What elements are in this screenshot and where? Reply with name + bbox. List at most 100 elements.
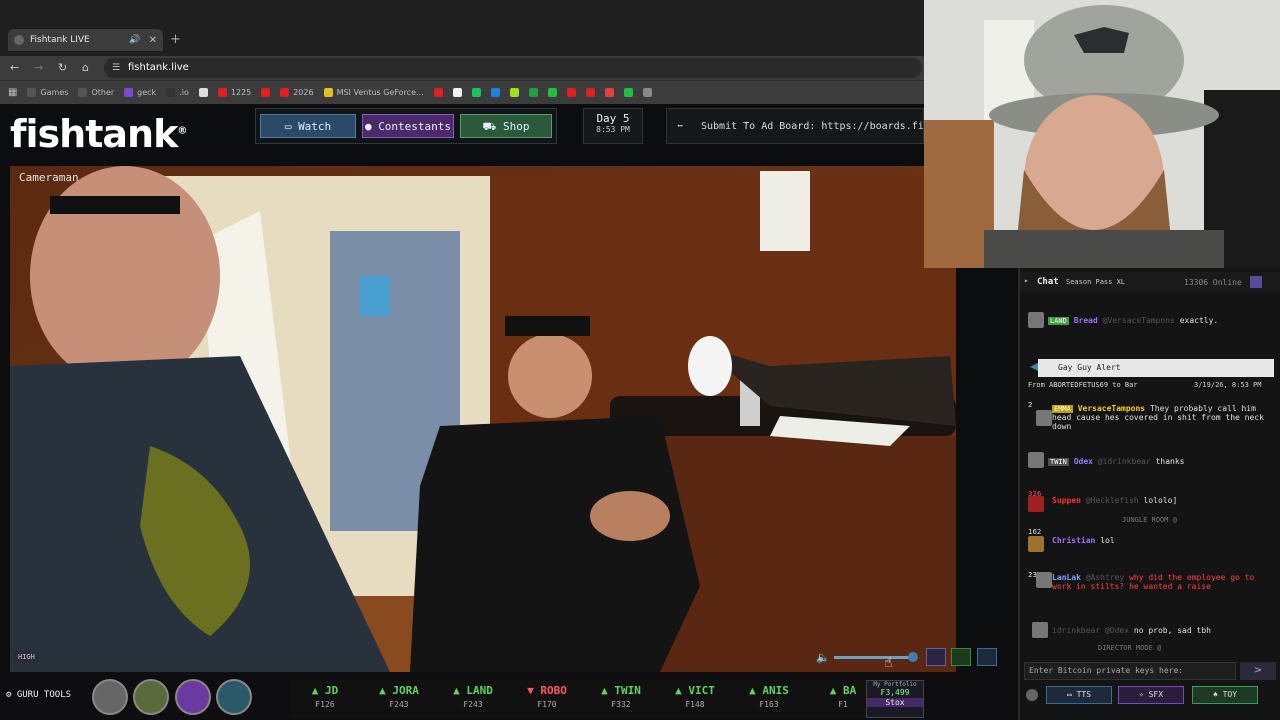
bookmark-item[interactable]	[642, 88, 652, 97]
volume-knob[interactable]	[908, 652, 918, 662]
tts-button[interactable]: ▭ TTS	[1046, 686, 1112, 704]
send-button[interactable]: >	[1240, 662, 1276, 680]
bookmark-item[interactable]	[198, 88, 208, 97]
logo-mark: ®	[177, 125, 187, 137]
guru-tools-button[interactable]: ⚙ GURU TOOLS	[6, 690, 71, 700]
ticker-item[interactable]: ▲ JD ₣126	[290, 684, 360, 709]
ticker-item[interactable]: ▲ JORA ₣243	[364, 684, 434, 709]
record-button[interactable]	[977, 648, 997, 666]
map-tool-icon[interactable]	[216, 679, 252, 715]
ticker-item[interactable]: ▲ ANIS ₣163	[734, 684, 804, 709]
webcam-image	[924, 0, 1280, 268]
alert-from: From ABORTEDFETUS69 to Bar	[1028, 381, 1138, 389]
shop-button[interactable]: ⛟ Shop	[460, 114, 552, 138]
avatar[interactable]	[1036, 410, 1052, 426]
bookmark-item[interactable]: 2026	[280, 88, 314, 97]
new-tab-icon[interactable]: +	[170, 32, 181, 47]
back-icon[interactable]: ←	[10, 61, 19, 74]
chat-username[interactable]: Suppen	[1052, 496, 1081, 505]
ticker-item[interactable]: ▲ BA ₣1	[808, 684, 866, 709]
chat-mention[interactable]: @Ashtrey	[1086, 573, 1125, 582]
chat-username[interactable]: LanLak	[1052, 573, 1081, 582]
avatar[interactable]	[1028, 312, 1044, 328]
bookmark-item[interactable]: MSI Ventus GeForce...	[323, 88, 424, 97]
forward-icon[interactable]: →	[34, 61, 43, 74]
bookmark-item[interactable]	[547, 88, 557, 97]
ticker-item[interactable]: ▼ ROBO ₣170	[512, 684, 582, 709]
item-tool-icon[interactable]	[175, 679, 211, 715]
home-icon[interactable]: ⌂	[82, 61, 89, 74]
close-tab-icon[interactable]: ✕	[149, 35, 157, 46]
bookmark-item[interactable]	[509, 88, 519, 97]
audio-playing-icon[interactable]: 🔊	[129, 35, 140, 45]
fishtank-logo[interactable]: fishtank®	[10, 112, 187, 156]
chat-title[interactable]: Chat	[1037, 277, 1059, 287]
bookmark-item[interactable]: Other	[78, 88, 114, 97]
season-pass-badge[interactable]: Season Pass XL	[1066, 278, 1125, 286]
fullscreen-button[interactable]	[951, 648, 971, 666]
ticker-item[interactable]: ▲ TWIN ₣332	[586, 684, 656, 709]
bookmark-item[interactable]	[623, 88, 633, 97]
reload-icon[interactable]: ↻	[58, 61, 67, 74]
volume-slider[interactable]	[834, 656, 914, 659]
avatar[interactable]	[1028, 496, 1044, 512]
ticker-item[interactable]: ▲ VICT ₣148	[660, 684, 730, 709]
bookmark-item[interactable]: geck	[124, 88, 156, 97]
quality-badge[interactable]: HIGH	[14, 651, 39, 663]
chat-mention[interactable]: idrinkbear @Odex	[1052, 626, 1129, 635]
avatar[interactable]	[1028, 452, 1044, 468]
day-clock: Day 5 8:53 PM	[583, 108, 643, 144]
bookmark-item[interactable]	[452, 88, 462, 97]
portfolio-widget[interactable]: My Portfolio ₣3,499 Stox	[866, 680, 924, 718]
chat-username[interactable]: Bread	[1074, 316, 1098, 325]
bookmark-item[interactable]: 1225	[217, 88, 251, 97]
chat-message: TWIN Odex @idrinkbear thanks	[1048, 457, 1272, 466]
inventory-tool-icon[interactable]	[133, 679, 169, 715]
ticker-item[interactable]: ▲ LAND ₣243	[438, 684, 508, 709]
bookmark-favicon-icon	[509, 88, 519, 97]
sfx-button[interactable]: ✧ SFX	[1118, 686, 1184, 704]
bookmark-item[interactable]	[604, 88, 614, 97]
bookmark-label: geck	[137, 88, 157, 97]
chat-mention[interactable]: @VersaceTampons	[1103, 316, 1175, 325]
volume-icon[interactable]: 🔈	[816, 651, 830, 664]
toy-icon: ♠	[1212, 690, 1223, 699]
bookmark-item[interactable]	[471, 88, 481, 97]
emoji-icon[interactable]	[1026, 689, 1038, 701]
chat-mention[interactable]: @idrinkbear	[1098, 457, 1151, 466]
chat-settings-icon[interactable]	[1250, 276, 1262, 288]
chat-username[interactable]: Odex	[1074, 457, 1093, 466]
chat-username[interactable]: Christian	[1052, 536, 1095, 545]
url-input[interactable]: ☰ fishtank.live	[104, 58, 922, 78]
contestants-button[interactable]: ● Contestants	[362, 114, 454, 138]
toy-button[interactable]: ♠ TOY	[1192, 686, 1258, 704]
avatar[interactable]	[1028, 536, 1044, 552]
bookmark-item[interactable]	[528, 88, 538, 97]
chat-input[interactable]: Enter Bitcoin private keys here:	[1024, 662, 1236, 680]
stock-ticker[interactable]: ▲ JD ₣126 ▲ JORA ₣243 ▲ LAND ₣243 ▼ ROBO ₣170 ▲ …	[290, 680, 866, 718]
chat-toggle-icon[interactable]: ▸	[1024, 276, 1029, 285]
pip-button[interactable]	[926, 648, 946, 666]
ad-board[interactable]: ⬅ Submit To Ad Board: https://boards.fis…	[666, 108, 924, 144]
bookmark-item[interactable]	[261, 88, 271, 97]
watch-button[interactable]: ▭ Watch	[260, 114, 356, 138]
browser-tab[interactable]: Fishtank LIVE 🔊 ✕	[8, 29, 163, 51]
system-line: DIRECTOR MODE @	[1098, 644, 1162, 652]
settings-tool-icon[interactable]	[92, 679, 128, 715]
bookmark-item[interactable]	[490, 88, 500, 97]
avatar[interactable]	[1036, 572, 1052, 588]
stox-button[interactable]: Stox	[867, 698, 923, 707]
ad-back-icon[interactable]: ⬅	[677, 109, 683, 143]
live-video-feed[interactable]	[10, 166, 956, 672]
bookmark-item[interactable]	[566, 88, 576, 97]
chat-username[interactable]: VersaceTampons	[1078, 404, 1145, 413]
apps-grid-icon[interactable]: ▦	[8, 87, 17, 98]
chat-mention[interactable]: @Hecklefish	[1086, 496, 1139, 505]
bookmark-item[interactable]: .io	[166, 88, 189, 97]
bookmark-item[interactable]	[585, 88, 595, 97]
ticker-price: ₣1	[838, 700, 848, 709]
avatar[interactable]	[1032, 622, 1048, 638]
bookmark-item[interactable]	[433, 88, 443, 97]
site-info-icon[interactable]: ☰	[112, 58, 120, 78]
bookmark-item[interactable]: Games	[27, 88, 68, 97]
